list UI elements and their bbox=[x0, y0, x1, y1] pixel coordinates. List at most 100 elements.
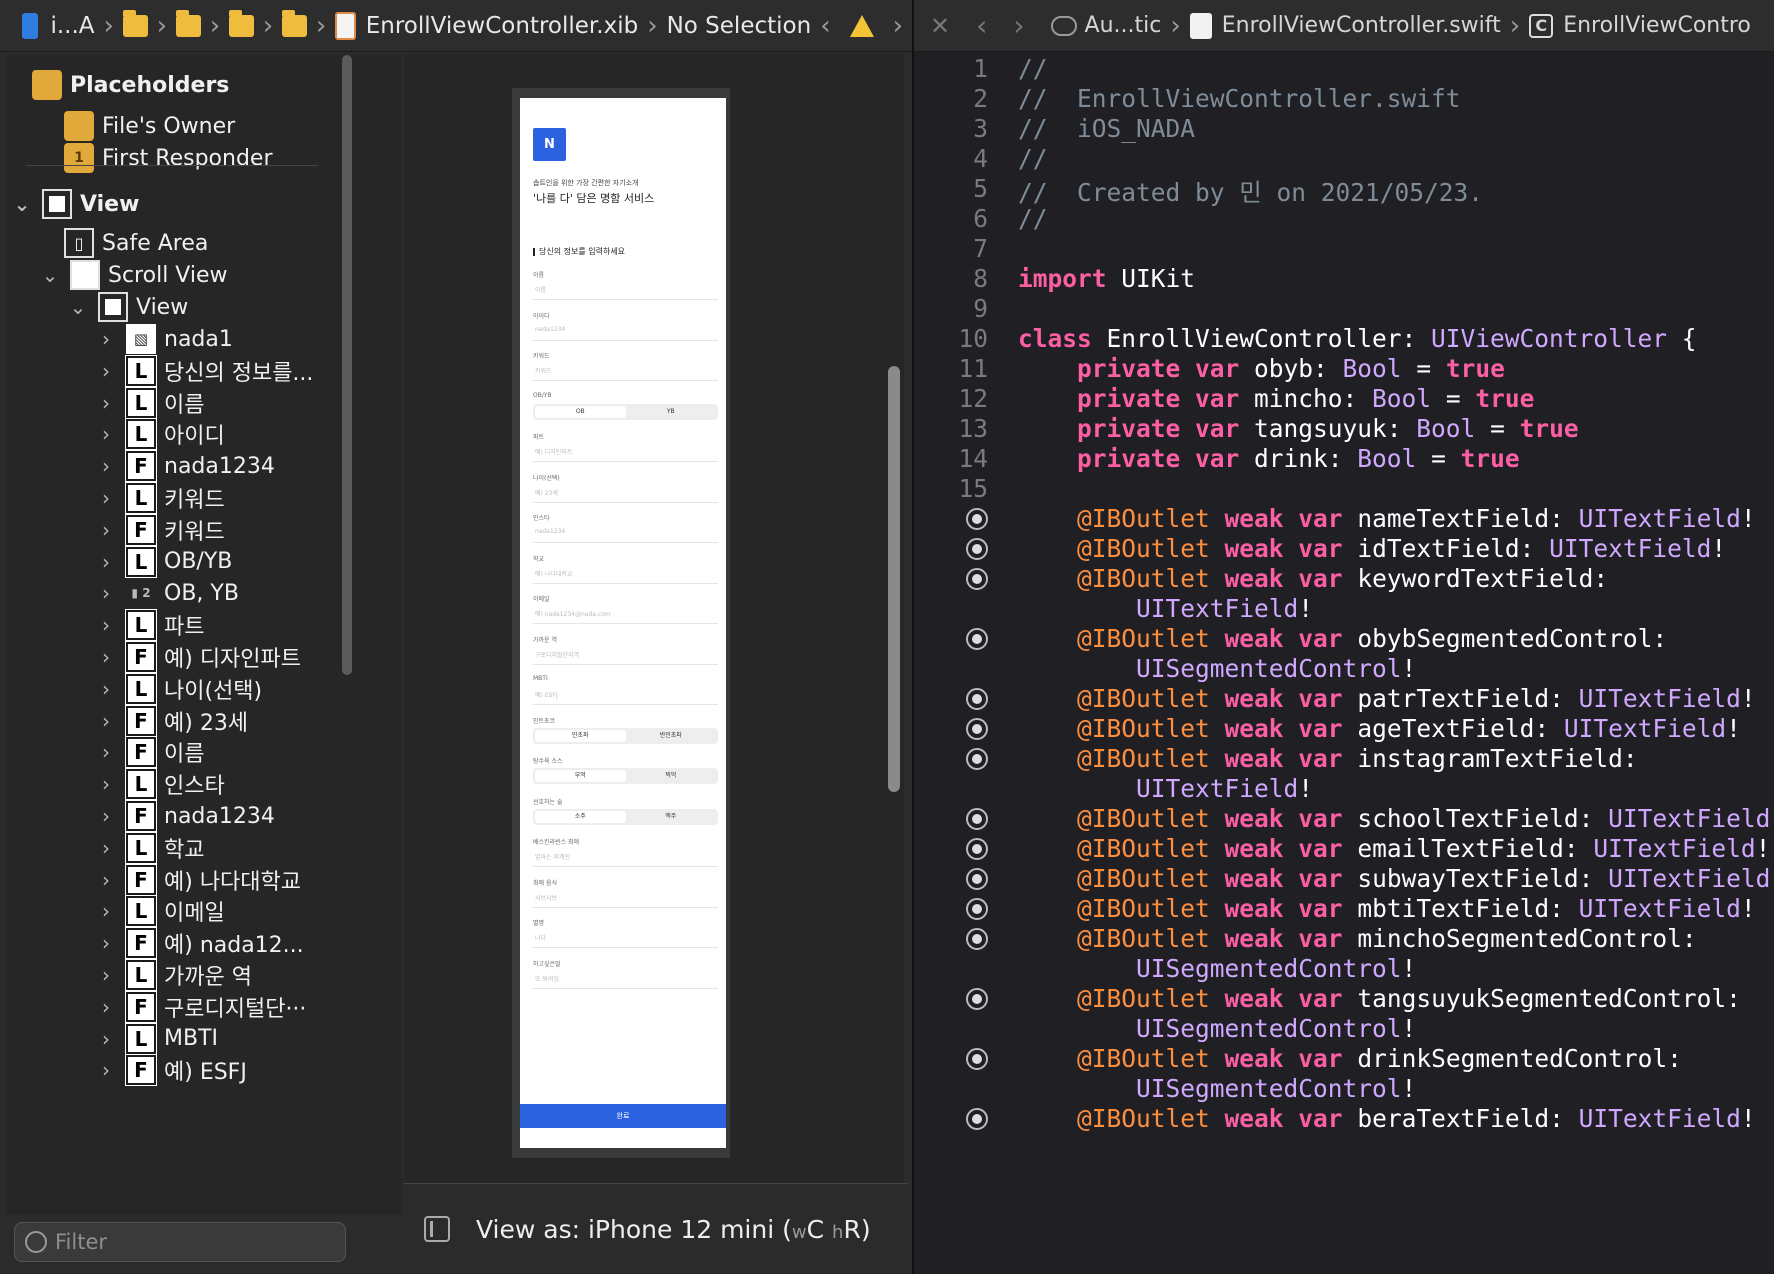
form-text-field[interactable]: 나다 bbox=[533, 926, 718, 948]
outline-item[interactable]: › L 이름 bbox=[94, 386, 204, 420]
segmented-control[interactable]: 민초파 반민초파 bbox=[533, 727, 718, 744]
folder-icon[interactable] bbox=[229, 9, 254, 37]
outline-item[interactable]: › L 가까운 역 bbox=[94, 958, 252, 992]
code-line[interactable]: @IBOutlet weak var instagramTextField: bbox=[1018, 744, 1638, 773]
code-line[interactable]: // EnrollViewController.swift bbox=[1018, 84, 1461, 113]
outlet-connection-icon[interactable] bbox=[966, 928, 988, 950]
jump-scheme[interactable]: Au...tic bbox=[1085, 13, 1162, 38]
segment-option[interactable]: OB bbox=[535, 405, 626, 418]
code-line[interactable]: @IBOutlet weak var obybSegmentedControl: bbox=[1018, 624, 1667, 653]
segment-option[interactable]: 찍먹 bbox=[626, 770, 717, 782]
folder-icon[interactable] bbox=[282, 9, 307, 37]
outline-item[interactable]: › Fnada1234 bbox=[94, 449, 275, 483]
code-line[interactable]: @IBOutlet weak var emailTextField: UITex… bbox=[1018, 834, 1770, 863]
outline-filter-field[interactable]: Filter bbox=[14, 1222, 346, 1262]
form-text-field[interactable]: 샤브샤브 bbox=[533, 886, 718, 908]
chevron-right-icon[interactable]: › bbox=[94, 963, 118, 987]
chevron-right-icon[interactable]: › bbox=[94, 486, 118, 510]
toggle-outline-icon[interactable] bbox=[424, 1216, 450, 1242]
form-text-field[interactable]: nada1234 bbox=[533, 319, 718, 341]
chevron-right-icon[interactable]: › bbox=[94, 327, 118, 351]
ib-canvas[interactable]: N 솝트인을 위한 가장 간편한 자기소개 '나를 다' 담은 명함 서비스 당… bbox=[404, 54, 904, 1234]
chevron-right-icon[interactable]: › bbox=[94, 1027, 118, 1051]
jump-class[interactable]: EnrollViewContro bbox=[1563, 13, 1751, 38]
outline-placeholders[interactable]: Placeholders bbox=[32, 68, 229, 102]
code-line[interactable]: UISegmentedControl! bbox=[1018, 1014, 1416, 1043]
code-line[interactable]: @IBOutlet weak var ageTextField: UITextF… bbox=[1018, 714, 1741, 743]
form-text-field[interactable]: 예) 나다대학교 bbox=[533, 562, 718, 584]
outline-item[interactable]: › F 예) ESFJ bbox=[94, 1053, 247, 1087]
outline-item[interactable]: › L 나이(선택) bbox=[94, 672, 262, 706]
chevron-right-icon[interactable]: › bbox=[94, 740, 118, 764]
chevron-right-icon[interactable]: › bbox=[94, 899, 118, 923]
code-line[interactable]: @IBOutlet weak var nameTextField: UIText… bbox=[1018, 504, 1756, 533]
chevron-right-icon[interactable]: › bbox=[94, 804, 118, 828]
folder-icon[interactable] bbox=[176, 9, 201, 37]
outline-scroll-view[interactable]: ⌄ Scroll View bbox=[38, 258, 228, 292]
jump-selection[interactable]: No Selection bbox=[667, 13, 812, 39]
outlet-connection-icon[interactable] bbox=[966, 1048, 988, 1070]
warning-icon[interactable] bbox=[849, 14, 874, 37]
chevron-right-icon[interactable]: › bbox=[94, 550, 118, 574]
form-text-field[interactable]: 예) 디자인파트 bbox=[533, 440, 718, 462]
outline-item[interactable]: › Fnada1234 bbox=[94, 799, 275, 833]
chevron-right-icon[interactable]: › bbox=[94, 581, 118, 605]
outline-item[interactable]: › F 키워드 bbox=[94, 513, 225, 547]
code-line[interactable]: private var tangsuyuk: Bool = true bbox=[1018, 414, 1579, 443]
form-text-field[interactable]: nada1234 bbox=[533, 521, 718, 543]
code-line[interactable]: @IBOutlet weak var subwayTextField: UITe… bbox=[1018, 864, 1770, 893]
outline-item[interactable]: › L OB/YB bbox=[94, 545, 232, 579]
close-icon[interactable]: ✕ bbox=[930, 12, 950, 40]
chevron-right-icon[interactable]: › bbox=[94, 391, 118, 415]
code-line[interactable]: UITextField! bbox=[1018, 594, 1313, 623]
outline-view[interactable]: ⌄ View bbox=[10, 187, 139, 221]
code-line[interactable]: import UIKit bbox=[1018, 264, 1195, 293]
chevron-right-icon[interactable]: › bbox=[94, 836, 118, 860]
outlet-connection-icon[interactable] bbox=[966, 568, 988, 590]
canvas-vertical-scrollbar[interactable] bbox=[888, 366, 900, 792]
chevron-right-icon[interactable]: › bbox=[94, 359, 118, 383]
outline-item[interactable]: › L 당신의 정보를... bbox=[94, 354, 313, 388]
outlet-connection-icon[interactable] bbox=[966, 628, 988, 650]
segment-option[interactable]: 민초파 bbox=[535, 729, 626, 742]
code-line[interactable]: @IBOutlet weak var patrTextField: UIText… bbox=[1018, 684, 1756, 713]
chevron-right-icon[interactable]: › bbox=[94, 677, 118, 701]
outlet-connection-icon[interactable] bbox=[966, 808, 988, 830]
outline-item[interactable]: › L 인스타 bbox=[94, 767, 225, 801]
segment-option[interactable]: 맥주 bbox=[626, 811, 717, 823]
jump-code-file[interactable]: EnrollViewController.swift bbox=[1222, 13, 1501, 38]
chevron-left-icon[interactable]: ‹ bbox=[820, 11, 830, 41]
segment-option[interactable]: 소주 bbox=[535, 810, 626, 823]
chevron-right-icon[interactable]: › bbox=[893, 11, 903, 41]
chevron-right-icon[interactable]: › bbox=[94, 1058, 118, 1082]
outlet-connection-icon[interactable] bbox=[966, 1108, 988, 1130]
outline-item[interactable]: › F 구로디지털단··· bbox=[94, 990, 306, 1024]
segment-option[interactable]: 반민초파 bbox=[626, 730, 717, 742]
code-line[interactable]: UISegmentedControl! bbox=[1018, 954, 1416, 983]
chevron-down-icon[interactable]: ⌄ bbox=[38, 263, 62, 287]
jump-project[interactable]: i...A bbox=[50, 13, 94, 39]
code-line[interactable]: @IBOutlet weak var tangsuyukSegmentedCon… bbox=[1018, 984, 1741, 1013]
forward-icon[interactable]: › bbox=[1013, 9, 1024, 42]
chevron-right-icon[interactable]: › bbox=[94, 772, 118, 796]
code-line[interactable]: private var drink: Bool = true bbox=[1018, 444, 1520, 473]
outline-item[interactable]: › L 이메일 bbox=[94, 894, 225, 928]
outline-safe-area[interactable]: ▯ Safe Area bbox=[64, 226, 208, 260]
code-line[interactable]: private var obyb: Bool = true bbox=[1018, 354, 1505, 383]
outline-item[interactable]: › F 예) 23세 bbox=[94, 704, 248, 738]
outline-item[interactable]: › ▧ nada1 bbox=[94, 322, 233, 356]
form-text-field[interactable]: 예) ESFJ bbox=[533, 683, 718, 705]
chevron-right-icon[interactable]: › bbox=[94, 613, 118, 637]
outlet-connection-icon[interactable] bbox=[966, 538, 988, 560]
form-text-field[interactable]: 예) nada1234@nada.com bbox=[533, 602, 718, 624]
code-lines[interactable]: 1 // 2 // EnrollViewController.swift 3 // iOS… bbox=[914, 52, 1774, 1274]
code-line[interactable]: UITextField! bbox=[1018, 774, 1313, 803]
code-line[interactable]: class EnrollViewController: UIViewContro… bbox=[1018, 324, 1697, 353]
outlet-connection-icon[interactable] bbox=[966, 748, 988, 770]
outlet-connection-icon[interactable] bbox=[966, 868, 988, 890]
code-line[interactable]: @IBOutlet weak var keywordTextField: bbox=[1018, 564, 1608, 593]
code-line[interactable]: @IBOutlet weak var minchoSegmentedContro… bbox=[1018, 924, 1697, 953]
code-line[interactable]: UISegmentedControl! bbox=[1018, 654, 1416, 683]
outline-scrollbar[interactable] bbox=[342, 55, 352, 675]
code-line[interactable]: // bbox=[1018, 144, 1048, 173]
